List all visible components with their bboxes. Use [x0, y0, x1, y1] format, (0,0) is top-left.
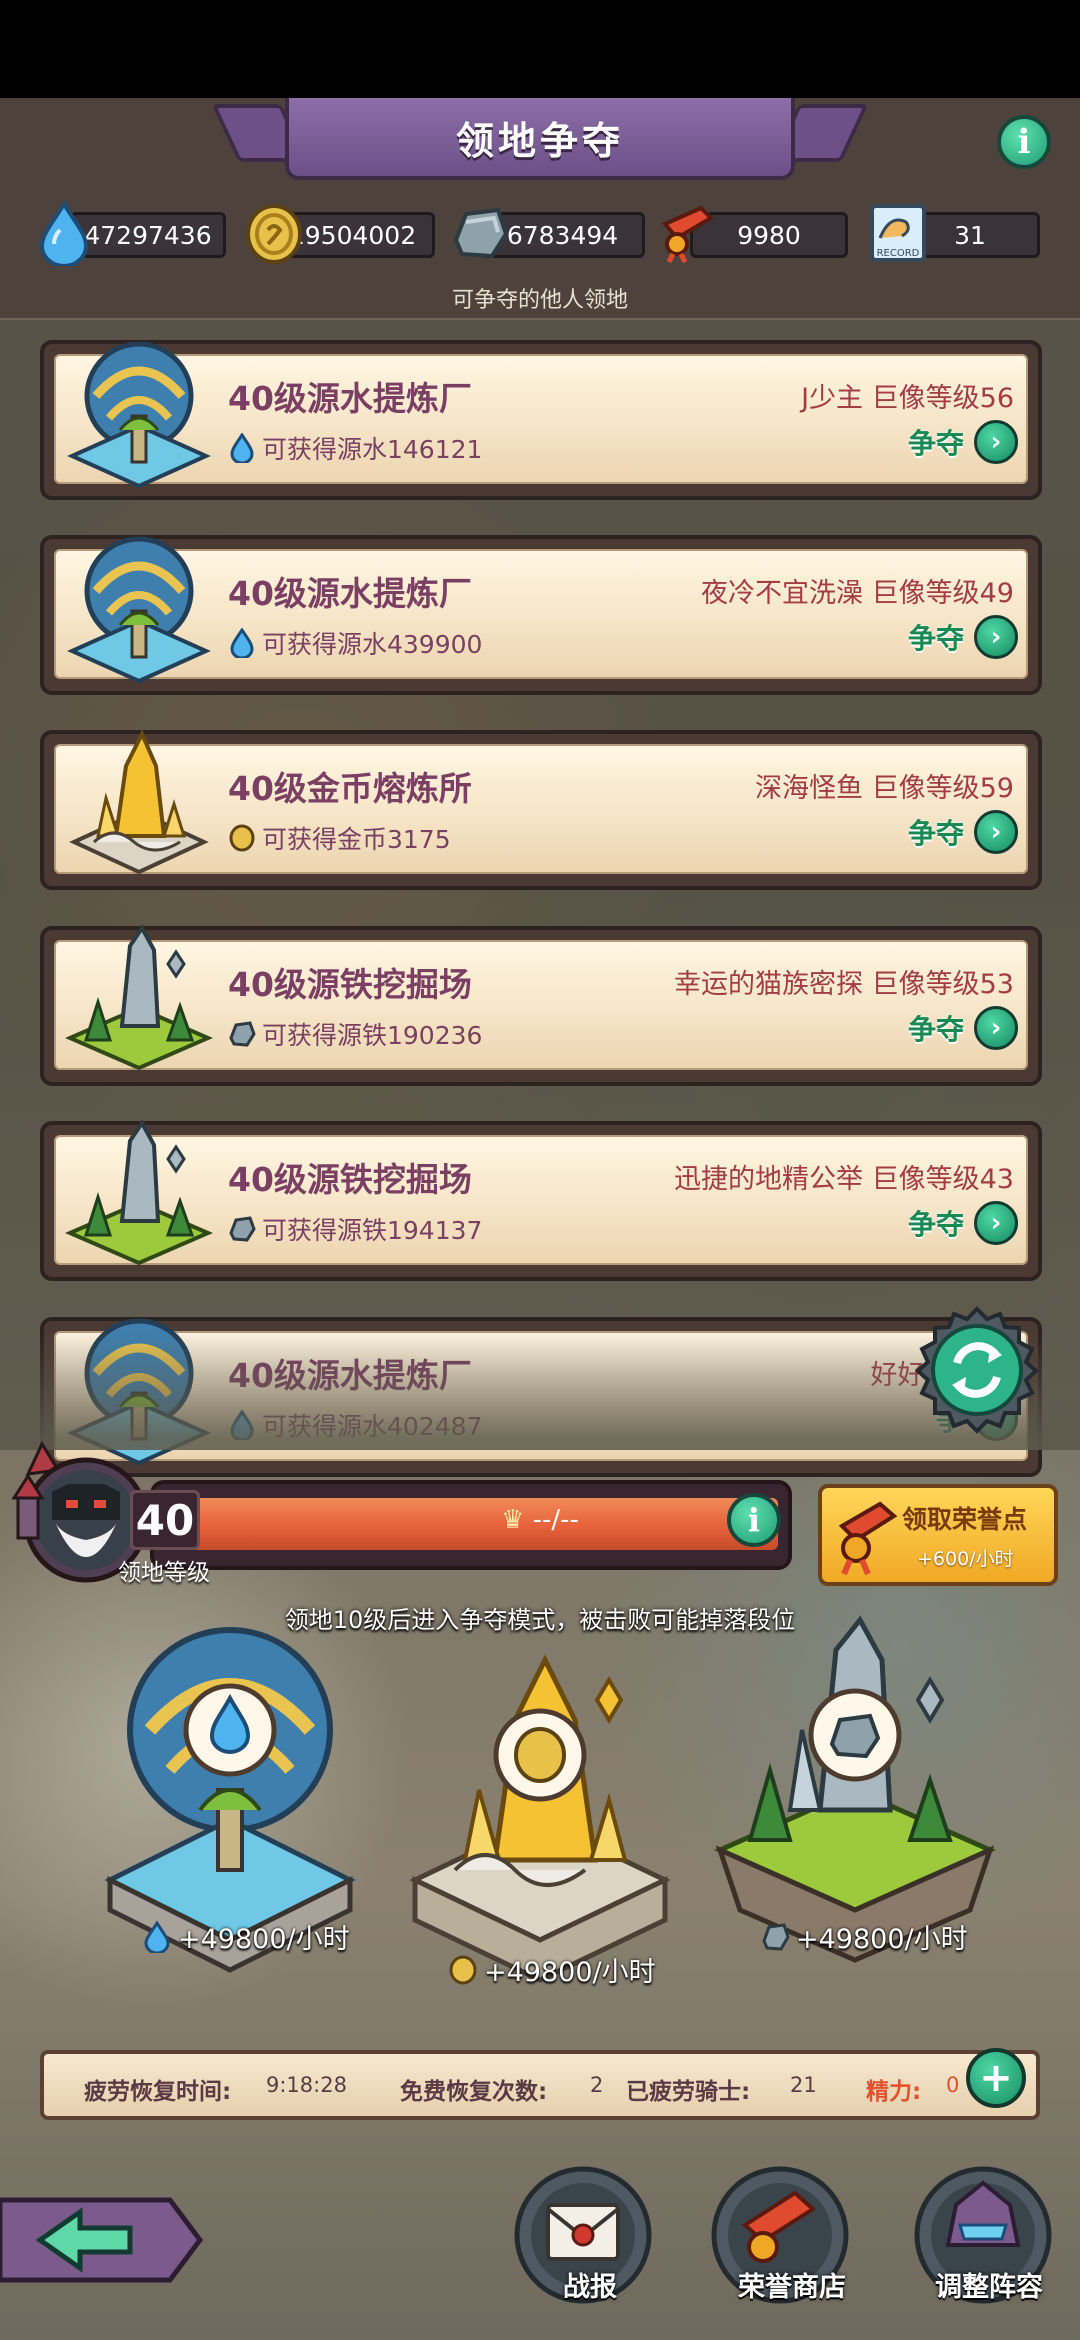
battle-report-label: 战报	[563, 2272, 617, 2303]
collect-honor-label: 领取荣誉点	[902, 1505, 1028, 1534]
territory-reward: 可获得源铁190236	[228, 1016, 482, 1052]
fatigued-knights-label: 已疲劳骑士:	[626, 2079, 751, 2105]
iron-ore-icon	[453, 207, 509, 259]
stamina-value: 0	[946, 2073, 960, 2097]
contest-button[interactable]: 争夺 ›	[908, 1201, 1018, 1245]
water-drop-icon	[39, 200, 89, 266]
svg-text:RECORD: RECORD	[877, 248, 920, 259]
contest-label: 争夺	[907, 622, 964, 655]
fatigued-knights-value: 21	[790, 2073, 817, 2097]
adjust-lineup-label: 调整阵容	[935, 2272, 1043, 2303]
iron-ore-icon	[229, 1021, 256, 1047]
territory-name: 40级源铁挖掘场	[228, 965, 472, 1004]
level-info-button[interactable]: i	[727, 1493, 781, 1547]
territory-card[interactable]: 40级源水提炼厂 可获得源水439900 夜冷不宜洗澡 巨像等级49 争夺 ›	[40, 535, 1042, 695]
territory-level-label: 领地等级	[118, 1560, 210, 1586]
territory-name: 40级金币熔炼所	[228, 769, 472, 808]
territory-owner: 迅捷的地精公举 巨像等级43	[674, 1164, 1014, 1195]
territory-owner: 深海怪鱼 巨像等级59	[755, 773, 1014, 804]
iron-mine-icon	[64, 1119, 214, 1266]
territory-reward: 可获得源水439900	[228, 625, 482, 661]
territory-card[interactable]: 40级源铁挖掘场 可获得源铁194137 迅捷的地精公举 巨像等级43 争夺 ›	[40, 1119, 1042, 1281]
water-drop-icon	[230, 433, 254, 463]
iron-ore-icon	[229, 1216, 256, 1242]
back-button[interactable]	[0, 2190, 220, 2290]
territory-reward: 可获得源铁194137	[228, 1211, 482, 1247]
refresh-icon	[915, 1306, 1039, 1434]
contest-button[interactable]: 争夺 ›	[908, 615, 1018, 659]
territory-card[interactable]: 40级金币熔炼所 可获得金币3175 深海怪鱼 巨像等级59 争夺 ›	[40, 729, 1042, 890]
iron-mine-icon	[64, 924, 214, 1071]
recovery-time-label: 疲劳恢复时间:	[84, 2079, 232, 2105]
honor-rate: +600/小时	[917, 1548, 1014, 1570]
envelope-icon	[546, 2203, 620, 2261]
title-plate: 领地争夺	[285, 98, 795, 180]
territory-name: 40级源水提炼厂	[228, 574, 472, 613]
info-button[interactable]: i	[997, 115, 1051, 169]
record-card-icon: RECORD	[870, 204, 926, 262]
territory-owner: 夜冷不宜洗澡 巨像等级49	[701, 578, 1014, 609]
page-title: 领地争夺	[455, 118, 624, 163]
fatigue-bar: 疲劳恢复时间: 9:18:28 免费恢复次数: 2 已疲劳骑士: 21 精力: …	[40, 2050, 1040, 2120]
chevron-right-icon: ›	[974, 420, 1018, 464]
water-production: +49800/小时	[142, 1917, 350, 1956]
subtitle: 可争夺的他人领地	[451, 288, 628, 313]
iron-ore-icon	[829, 1713, 881, 1759]
iron-production: +49800/小时	[760, 1917, 968, 1956]
add-stamina-button[interactable]: +	[966, 2048, 1026, 2108]
contest-button[interactable]: 争夺 ›	[908, 810, 1018, 854]
refresh-button[interactable]	[912, 1305, 1042, 1435]
honor-scroll-icon	[661, 205, 715, 264]
contest-label: 争夺	[907, 1013, 964, 1046]
water-drop-icon	[230, 628, 254, 658]
gold-coin-icon	[514, 1727, 566, 1783]
collect-honor-button[interactable]: 领取荣誉点 +600/小时	[818, 1484, 1058, 1586]
water-refinery-icon	[67, 341, 211, 489]
territory-owner: 幸运的猫族密探 巨像等级53	[674, 969, 1014, 1000]
contest-label: 争夺	[907, 817, 964, 850]
territory-owner: J少主 巨像等级56	[801, 383, 1014, 414]
gold-smelter-icon	[69, 729, 209, 875]
iron-ore-icon	[762, 1922, 790, 1951]
gold-coin-icon	[246, 204, 302, 264]
chevron-right-icon: ›	[974, 1201, 1018, 1245]
chevron-right-icon: ›	[974, 1006, 1018, 1050]
gold-coin-icon	[449, 1955, 477, 1984]
chevron-right-icon: ›	[974, 615, 1018, 659]
honor-scroll-icon	[838, 1501, 898, 1576]
territory-reward: 可获得源水146121	[228, 430, 482, 466]
free-recovery-label: 免费恢复次数:	[400, 2079, 548, 2105]
crown-icon: ♛	[501, 1505, 525, 1535]
recovery-time-value: 9:18:28	[266, 2073, 347, 2097]
territory-reward: 可获得金币3175	[228, 820, 451, 856]
water-drop-icon	[144, 1920, 170, 1953]
territory-level-badge: 40	[130, 1490, 200, 1550]
territory-card[interactable]: 40级源水提炼厂 可获得源水146121 J少主 巨像等级56 争夺 ›	[40, 340, 1042, 500]
stamina-label: 精力:	[866, 2079, 922, 2105]
honor-shop-label: 荣誉商店	[738, 2272, 846, 2303]
territory-card[interactable]: 40级源铁挖掘场 可获得源铁190236 幸运的猫族密探 巨像等级53 争夺 ›	[40, 924, 1042, 1086]
free-recovery-value: 2	[590, 2073, 604, 2097]
contest-label: 争夺	[907, 427, 964, 460]
contest-button[interactable]: 争夺 ›	[908, 420, 1018, 464]
status-bar	[0, 0, 1080, 98]
territory-name: 40级源水提炼厂	[228, 379, 472, 418]
contest-label: 争夺	[907, 1208, 964, 1241]
contest-button[interactable]: 争夺 ›	[908, 1006, 1018, 1050]
gold-coin-icon	[229, 824, 255, 852]
chevron-right-icon: ›	[974, 810, 1018, 854]
water-refinery-icon	[67, 536, 211, 684]
gold-production: +49800/小时	[448, 1950, 656, 1989]
territory-name: 40级源铁挖掘场	[228, 1160, 472, 1199]
